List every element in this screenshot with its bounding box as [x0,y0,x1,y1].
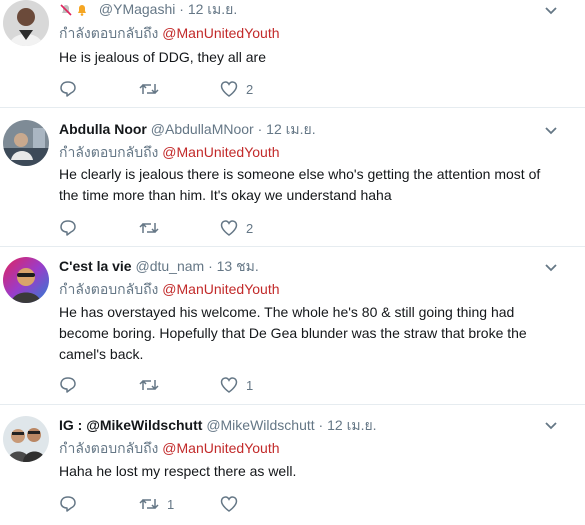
replying-to: กำลังตอบกลับถึง @ManUnitedYouth [59,439,280,457]
user-display-name[interactable]: C'est la vie [59,258,132,274]
user-handle[interactable]: @MikeWildschutt [206,417,314,433]
chevron-down-icon[interactable] [543,123,559,137]
avatar[interactable] [3,0,49,46]
avatar[interactable] [3,257,49,303]
retweet-button[interactable] [139,375,167,395]
heart-icon [220,377,238,393]
heart-icon [220,220,238,236]
avatar-image [3,0,49,46]
reply-icon [60,220,76,236]
tweet-header: IG : @MikeWildschutt @MikeWildschutt · 1… [59,416,377,434]
bell-icon [78,5,86,17]
retweet-button[interactable] [139,79,167,99]
separator-dot: · [179,1,188,17]
separator-dot: · [318,417,328,433]
user-handle[interactable]: @YMagashi [99,1,175,17]
timestamp[interactable]: 12 เม.ย. [327,417,376,433]
timestamp[interactable]: 12 เม.ย. [188,1,237,17]
replying-prefix: กำลังตอบกลับถึง [59,25,159,41]
reply-button[interactable] [59,79,77,99]
tweet-header: @YMagashi · 12 เม.ย. [59,0,237,18]
user-display-name[interactable]: Abdulla Noor [59,121,147,137]
like-button[interactable] [220,494,246,514]
replying-prefix: กำลังตอบกลับถึง [59,440,159,456]
heart-icon [220,496,238,512]
timestamp[interactable]: 13 ชม. [217,258,259,274]
reply-icon [60,377,76,393]
user-handle[interactable]: @AbdullaMNoor [151,121,254,137]
retweet-icon [139,379,159,391]
tweet-header: C'est la vie @dtu_nam · 13 ชม. [59,257,259,275]
retweet-button[interactable] [139,218,167,238]
like-button[interactable]: 2 [220,218,253,238]
tweet[interactable]: C'est la vie @dtu_nam · 13 ชม. กำลังตอบก… [0,247,585,405]
reply-button[interactable] [59,494,77,514]
retweet-icon [139,498,159,510]
avatar-image [3,257,49,303]
chevron-down-icon[interactable] [543,3,559,17]
tweet[interactable]: Abdulla Noor @AbdullaMNoor · 12 เม.ย. กำ… [0,108,585,247]
tweet-text: He has overstayed his welcome. The whole… [59,304,527,362]
reply-button[interactable] [59,218,77,238]
muted-bell-icon [60,4,72,16]
retweet-button[interactable]: 1 [139,494,174,514]
mention-link[interactable]: @ManUnitedYouth [162,440,279,456]
tweet[interactable]: IG : @MikeWildschutt @MikeWildschutt · 1… [0,405,585,525]
user-display-name[interactable]: IG : @MikeWildschutt [59,417,202,433]
tweet-text: Haha he lost my respect there as well. [59,463,297,479]
avatar[interactable] [3,416,49,462]
reply-icon [60,81,76,97]
replying-prefix: กำลังตอบกลับถึง [59,144,159,160]
tweet[interactable]: @YMagashi · 12 เม.ย. กำลังตอบกลับถึง @Ma… [0,0,585,108]
profile-badges [59,3,89,17]
retweet-count: 1 [167,496,175,512]
reply-feed: @YMagashi · 12 เม.ย. กำลังตอบกลับถึง @Ma… [0,0,585,513]
retweet-icon [139,222,159,234]
reply-button[interactable] [59,375,77,395]
tweet-header: Abdulla Noor @AbdullaMNoor · 12 เม.ย. [59,120,316,138]
mention-link[interactable]: @ManUnitedYouth [162,281,279,297]
replying-to: กำลังตอบกลับถึง @ManUnitedYouth [59,280,280,298]
replying-to: กำลังตอบกลับถึง @ManUnitedYouth [59,143,280,161]
replying-prefix: กำลังตอบกลับถึง [59,281,159,297]
like-count: 1 [246,377,254,393]
separator-dot: · [208,258,217,274]
user-handle[interactable]: @dtu_nam [135,258,204,274]
like-count: 2 [246,220,254,236]
heart-icon [220,81,238,97]
replying-to: กำลังตอบกลับถึง @ManUnitedYouth [59,24,280,42]
reply-icon [60,496,76,512]
mention-link[interactable]: @ManUnitedYouth [162,25,279,41]
like-count: 2 [246,81,254,97]
like-button[interactable]: 2 [220,79,253,99]
tweet-text: He is jealous of DDG, they all are [59,49,266,65]
chevron-down-icon[interactable] [543,260,559,274]
chevron-down-icon[interactable] [543,418,559,432]
avatar-image [3,120,49,166]
retweet-icon [139,83,159,95]
tweet-text: He clearly is jealous there is someone e… [59,166,541,203]
mention-link[interactable]: @ManUnitedYouth [162,144,279,160]
avatar-image [3,416,49,462]
timestamp[interactable]: 12 เม.ย. [266,121,315,137]
avatar[interactable] [3,120,49,166]
like-button[interactable]: 1 [220,375,253,395]
separator-dot: · [257,121,267,137]
